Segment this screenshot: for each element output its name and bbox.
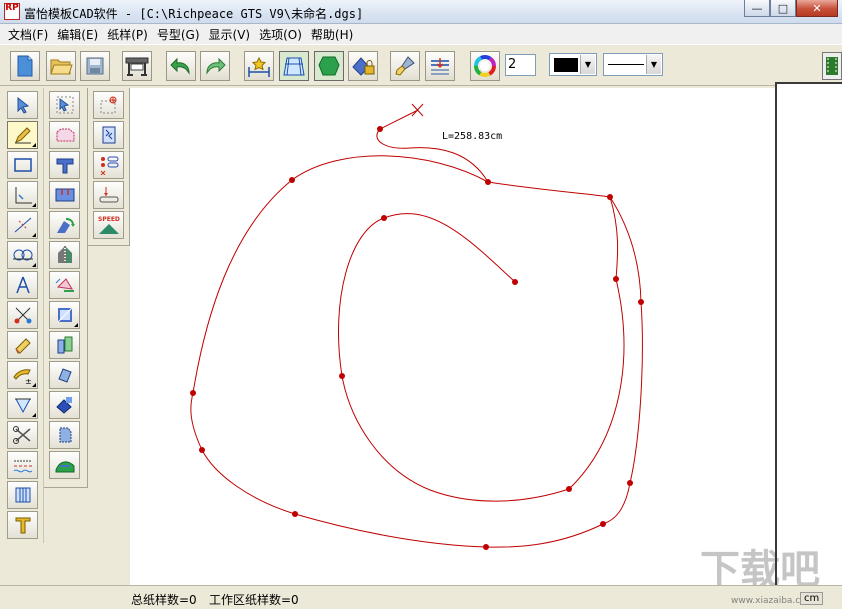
spiral-inner-curve	[379, 109, 419, 130]
curve-point[interactable]	[512, 279, 518, 285]
curve-point[interactable]	[600, 521, 606, 527]
curve-point[interactable]	[339, 373, 345, 379]
status-bar: 总纸样数=0 工作区纸样数=0	[0, 585, 842, 609]
curve-point[interactable]	[199, 447, 205, 453]
curve-points	[190, 126, 644, 550]
curve-point[interactable]	[566, 486, 572, 492]
curve-point[interactable]	[289, 177, 295, 183]
spiral-curve	[190, 128, 643, 548]
total-pieces-count: 总纸样数=0	[131, 593, 197, 607]
design-layer	[190, 103, 644, 550]
length-measurement: L=258.83cm	[442, 131, 503, 142]
curve-point[interactable]	[377, 126, 383, 132]
pattern-list-panel[interactable]	[775, 82, 842, 585]
curve-point[interactable]	[485, 179, 491, 185]
spiral-inner-loop	[338, 196, 625, 502]
curve-point[interactable]	[190, 390, 196, 396]
unit-indicator: cm	[800, 592, 824, 605]
watermark-logo: 下载吧	[700, 547, 820, 590]
curve-point[interactable]	[292, 511, 298, 517]
curve-point[interactable]	[627, 480, 633, 486]
curve-point[interactable]	[381, 215, 387, 221]
curve-point[interactable]	[638, 299, 644, 305]
workspace-pieces-count: 工作区纸样数=0	[209, 593, 299, 607]
svg-text:下载吧: 下载吧	[700, 547, 820, 590]
curve-point[interactable]	[607, 194, 613, 200]
curve-point[interactable]	[613, 276, 619, 282]
curve-point[interactable]	[483, 544, 489, 550]
x-marker-icon	[411, 103, 424, 117]
